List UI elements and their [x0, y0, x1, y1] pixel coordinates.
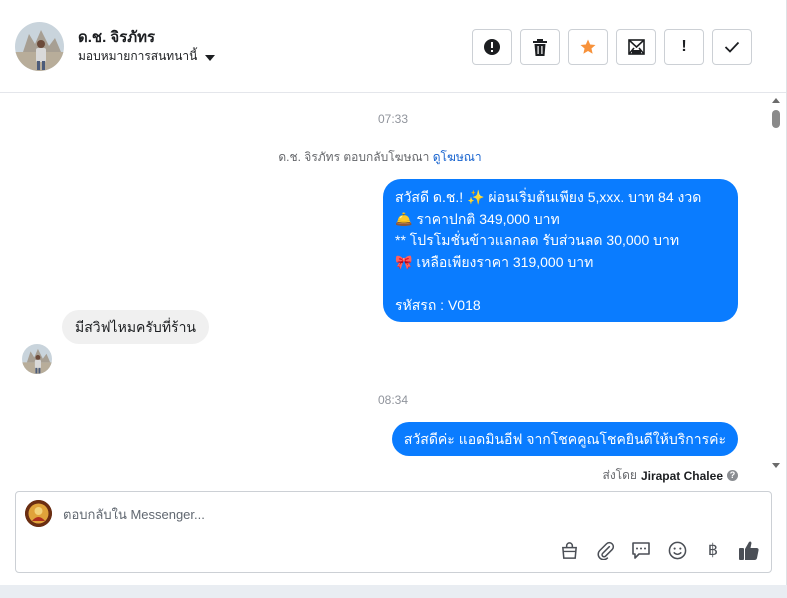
assign-label: มอบหมายการสนทนานี้ [78, 49, 198, 63]
timestamp: 07:33 [377, 112, 409, 126]
star-button[interactable] [568, 29, 608, 65]
timestamp: 08:34 [377, 393, 409, 407]
star-icon [580, 39, 596, 54]
message-line: ** โปรโมชั่นข้าวแลกลด รับส่วนลด 30,000 บ… [395, 232, 680, 248]
exclamation-icon: ! [681, 38, 687, 55]
sent-by-label: ส่งโดย Jirapat Chalee ? [602, 466, 738, 484]
thread-scrollbar[interactable] [769, 94, 783, 478]
ad-reply-text: ด.ช. จิรภัทร ตอบกลับโฆษณา [278, 150, 430, 164]
mark-unread-icon [627, 39, 645, 55]
page-avatar [25, 500, 52, 527]
message-line: สวัสดี ด.ช.! ✨ ผ่อนเริ่มต้นเพียง 5,xxx. … [395, 189, 702, 205]
message-thread: 07:33 ด.ช. จิรภัทร ตอบกลับโฆษณา ดูโฆษณา … [0, 94, 786, 484]
info-icon[interactable]: ? [727, 470, 738, 481]
mark-done-button[interactable] [712, 29, 752, 65]
saved-reply-icon[interactable] [630, 539, 652, 561]
mark-unread-button[interactable] [616, 29, 656, 65]
message-line: 🎀 เหลือเพียงราคา 319,000 บาท [395, 253, 594, 270]
contact-name: ด.ช. จิรภัทร [78, 29, 156, 46]
outgoing-message[interactable]: สวัสดี ด.ช.! ✨ ผ่อนเริ่มต้นเพียง 5,xxx. … [383, 179, 738, 322]
sent-by-name: Jirapat Chalee [640, 468, 723, 483]
message-composer: ตอบกลับใน Messenger... ฿ [15, 491, 772, 573]
follow-up-button[interactable]: ! [664, 29, 704, 65]
contact-avatar[interactable] [15, 22, 64, 71]
view-ad-link[interactable]: ดูโฆษณา [433, 150, 482, 164]
mark-spam-button[interactable] [472, 29, 512, 65]
ad-reply-notice: ด.ช. จิรภัทร ตอบกลับโฆษณา ดูโฆษณา [0, 148, 760, 167]
contact-avatar-small[interactable] [22, 344, 52, 374]
incoming-message[interactable]: มีสวิฟไหมครับที่ร้าน [62, 310, 209, 344]
scroll-down-arrow-icon[interactable] [772, 463, 780, 468]
header-actions: ! [472, 29, 752, 65]
baht-icon[interactable]: ฿ [702, 539, 724, 561]
shopping-bag-icon[interactable] [558, 539, 580, 561]
alert-circle-icon [484, 39, 500, 55]
outgoing-message[interactable]: สวัสดีค่ะ แอดมินอีฟ จากโชคคูณโชคยินดีให้… [391, 422, 738, 456]
attachment-icon[interactable] [594, 539, 616, 561]
thumbs-up-icon[interactable] [738, 539, 760, 561]
check-icon [724, 41, 740, 53]
message-line [395, 273, 726, 295]
message-line: 🛎️ ราคาปกติ 349,000 บาท [395, 210, 560, 227]
assign-conversation-dropdown[interactable]: มอบหมายการสนทนานี้ [78, 47, 216, 66]
message-line: รหัสรถ : V018 [395, 296, 481, 313]
conversation-header: ด.ช. จิรภัทร มอบหมายการสนทนานี้ ! [0, 0, 786, 93]
composer-toolbar: ฿ [558, 539, 760, 561]
conversation-panel: ด.ช. จิรภัทร มอบหมายการสนทนานี้ ! 07:33 … [0, 0, 787, 585]
caret-down-icon [205, 54, 216, 61]
scroll-thumb[interactable] [772, 110, 780, 128]
scroll-up-arrow-icon[interactable] [772, 98, 780, 103]
sent-by-prefix: ส่งโดย [602, 468, 637, 482]
reply-input[interactable]: ตอบกลับใน Messenger... [63, 504, 753, 525]
delete-button[interactable] [520, 29, 560, 65]
trash-icon [533, 38, 547, 56]
emoji-icon[interactable] [666, 539, 688, 561]
